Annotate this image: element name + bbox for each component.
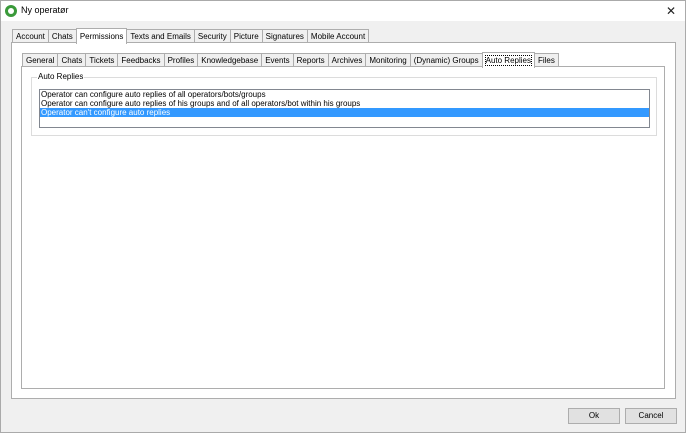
list-item-configure-own-groups[interactable]: Operator can configure auto replies of h… (40, 99, 649, 108)
close-icon[interactable]: ✕ (657, 1, 685, 21)
tab-label: Mobile Account (310, 32, 366, 41)
auto-replies-listbox[interactable]: Operator can configure auto replies of a… (39, 89, 650, 128)
tab-signatures[interactable]: Signatures (261, 29, 308, 43)
tab-security[interactable]: Security (193, 29, 231, 43)
tab-label: Files (537, 56, 555, 65)
tab-dynamic-groups[interactable]: (Dynamic) Groups (409, 53, 483, 67)
tab-knowledgebase[interactable]: Knowledgebase (197, 53, 263, 67)
tab-label: Knowledgebase (201, 56, 259, 65)
tab-label: Feedbacks (121, 56, 161, 65)
tab-events[interactable]: Events (261, 53, 294, 67)
auto-replies-groupbox: Auto Replies Operator can configure auto… (31, 72, 657, 136)
tab-label: Reports (296, 56, 325, 65)
outer-tab-strip: Account Chats Permissions Texts and Emai… (12, 28, 370, 44)
tab-monitoring[interactable]: Monitoring (365, 53, 411, 67)
cancel-button[interactable]: Cancel (625, 408, 677, 424)
tab-archives[interactable]: Archives (327, 53, 367, 67)
tab-label: Tickets (89, 56, 115, 65)
tab-tickets[interactable]: Tickets (85, 53, 119, 67)
tab-reports[interactable]: Reports (292, 53, 329, 67)
tab-label: Archives (331, 56, 363, 65)
tab-label: Texts and Emails (130, 32, 191, 41)
window-title: Ny operatør (21, 5, 69, 15)
tab-label: Auto Replies (484, 55, 532, 66)
tab-label: Permissions (79, 32, 124, 41)
tab-chats-permissions[interactable]: Chats (57, 53, 87, 67)
tab-label: Chats (61, 56, 83, 65)
tab-files[interactable]: Files (533, 53, 559, 67)
tab-label: Picture (233, 32, 259, 41)
list-item-cannot-configure[interactable]: Operator can't configure auto replies (40, 108, 649, 117)
tab-general[interactable]: General (22, 53, 59, 67)
groupbox-legend: Auto Replies (37, 72, 85, 82)
tab-permissions[interactable]: Permissions (75, 28, 128, 44)
ok-button[interactable]: Ok (568, 408, 620, 424)
tab-texts-and-emails[interactable]: Texts and Emails (126, 29, 195, 43)
auto-replies-panel: Auto Replies Operator can configure auto… (21, 66, 665, 389)
tab-label: General (26, 56, 55, 65)
permissions-panel: General Chats Tickets Feedbacks Profiles… (11, 42, 676, 399)
tab-auto-replies[interactable]: Auto Replies (481, 52, 535, 68)
tab-profiles[interactable]: Profiles (163, 53, 199, 67)
title-bar: Ny operatør ✕ (1, 1, 685, 21)
tab-feedbacks[interactable]: Feedbacks (117, 53, 165, 67)
tab-label: (Dynamic) Groups (413, 56, 479, 65)
tab-label: Security (197, 32, 227, 41)
inner-tab-strip: General Chats Tickets Feedbacks Profiles… (22, 52, 559, 68)
tab-picture[interactable]: Picture (229, 29, 263, 43)
tab-label: Signatures (265, 32, 304, 41)
tab-chats[interactable]: Chats (47, 29, 77, 43)
dialog-window: Ny operatør ✕ Account Chats Permissions … (0, 0, 686, 433)
tab-label: Account (16, 32, 45, 41)
tab-label: Profiles (167, 56, 195, 65)
tab-mobile-account[interactable]: Mobile Account (306, 29, 370, 43)
tab-label: Events (265, 56, 290, 65)
app-logo-icon (5, 5, 17, 17)
tab-label: Monitoring (369, 56, 407, 65)
tab-label: Chats (51, 32, 73, 41)
tab-account[interactable]: Account (12, 29, 49, 43)
list-item-configure-all[interactable]: Operator can configure auto replies of a… (40, 90, 649, 99)
